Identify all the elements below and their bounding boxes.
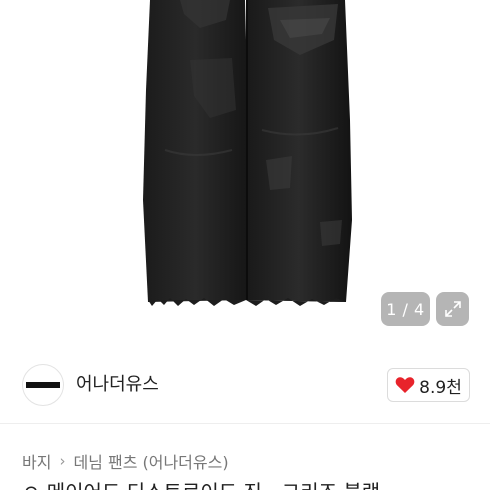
- image-page-counter: 1 / 4: [381, 292, 430, 326]
- seller-avatar[interactable]: [22, 364, 64, 406]
- chevron-right-icon: ›: [59, 452, 66, 470]
- like-button[interactable]: 8.9천: [387, 368, 470, 402]
- seller-name[interactable]: 어나더유스: [76, 373, 159, 397]
- like-count: 8.9천: [419, 377, 462, 398]
- product-image-gallery[interactable]: 1 / 4: [0, 0, 490, 349]
- product-title-container: ㅇ 메이어드 디스트로이드 진 - 그리즈 블랙: [0, 478, 490, 490]
- product-title: ㅇ 메이어드 디스트로이드 진 - 그리즈 블랙: [22, 480, 380, 490]
- heart-icon: [395, 377, 415, 393]
- breadcrumb-category[interactable]: 바지: [22, 449, 51, 473]
- expand-icon: [444, 301, 461, 317]
- breadcrumb: 바지 › 데님 팬츠 (어나더유스): [22, 449, 229, 473]
- brand-logo: [26, 382, 60, 388]
- section-divider: [0, 423, 490, 424]
- product-detail-screen: 1 / 4 어나더유스 8.9천 바지 › 데님 팬츠 (어나더유스) ㅇ 메이…: [0, 0, 490, 490]
- breadcrumb-subcategory[interactable]: 데님 팬츠 (어나더유스): [73, 449, 228, 473]
- expand-image-button[interactable]: [436, 292, 469, 326]
